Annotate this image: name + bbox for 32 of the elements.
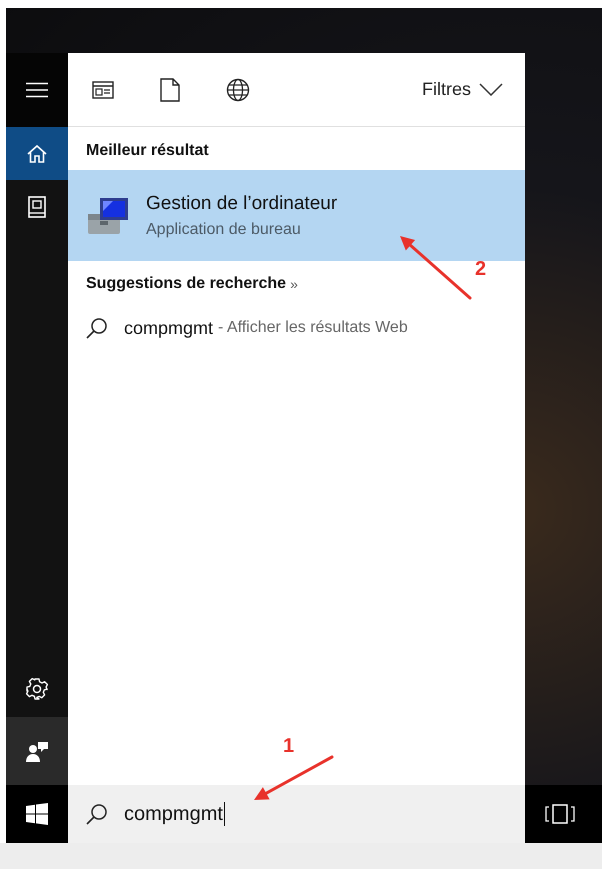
documents-filter-button[interactable] xyxy=(158,76,182,104)
home-button[interactable] xyxy=(6,127,68,180)
start-button[interactable] xyxy=(6,785,68,843)
home-icon xyxy=(26,144,48,164)
best-match-result[interactable]: Gestion de l’ordinateur Application de bureau xyxy=(68,170,525,261)
window-icon xyxy=(92,80,114,98)
section-heading: Suggestions de recherche xyxy=(86,275,286,293)
result-subtitle: Application de bureau xyxy=(146,220,302,238)
search-icon xyxy=(86,803,108,825)
annotation-number: 1 xyxy=(283,735,294,758)
menu-icon xyxy=(26,82,48,98)
search-field[interactable]: compmgmt xyxy=(68,785,525,843)
globe-icon xyxy=(226,78,250,102)
person-speech-icon xyxy=(25,739,49,763)
task-view-icon xyxy=(545,804,575,824)
document-icon xyxy=(160,78,180,102)
annotation-number: 2 xyxy=(475,258,486,281)
more-chevron[interactable]: » xyxy=(290,276,298,292)
menu-button[interactable] xyxy=(6,53,68,127)
search-icon xyxy=(86,317,108,339)
chevron-down-icon xyxy=(479,83,503,96)
windows-logo-icon xyxy=(26,803,48,825)
filters-dropdown[interactable]: Filtres xyxy=(420,77,505,102)
section-heading: Meilleur résultat xyxy=(85,141,210,161)
apps-filter-button[interactable] xyxy=(90,78,116,100)
task-view-button[interactable] xyxy=(543,802,577,826)
notebook-icon xyxy=(28,196,46,218)
settings-icon xyxy=(25,676,49,700)
result-title: Gestion de l’ordinateur xyxy=(146,192,338,214)
feedback-button[interactable] xyxy=(6,717,68,785)
suggestion-item[interactable]: compmgmt - Afficher les résultats Web xyxy=(68,303,525,353)
annotation-arrow xyxy=(400,236,472,300)
